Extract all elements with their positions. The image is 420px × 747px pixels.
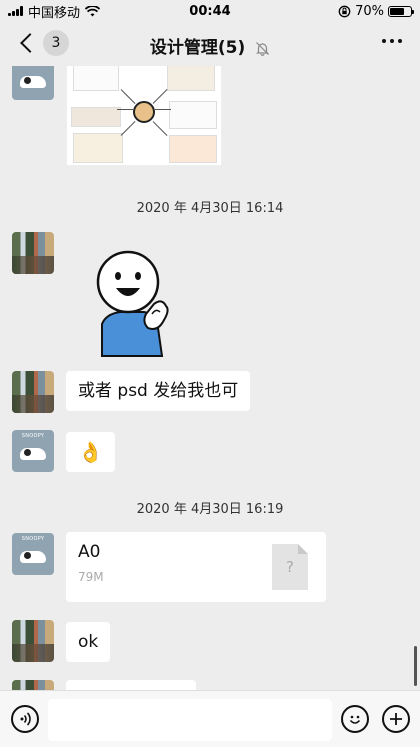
file-message[interactable]: A0 79M ? [66, 532, 326, 602]
avatar[interactable]: SNOOPY [12, 66, 54, 100]
battery-icon [388, 5, 414, 17]
timestamp: 2020 年 4月30日 16:14 [136, 201, 284, 216]
plus-icon [390, 713, 402, 725]
file-size: 79M [78, 570, 104, 584]
battery-percent: 70% [355, 3, 384, 19]
text-message[interactable]: 或者 psd 发给我也可 [66, 371, 251, 411]
input-bar [0, 690, 420, 747]
chat-title-text: 设计管理(5) [149, 38, 246, 58]
signal-icon [8, 6, 23, 16]
voice-button[interactable] [11, 705, 39, 733]
text-message[interactable]: ok [66, 622, 111, 662]
plus-button[interactable] [382, 705, 410, 733]
status-left: 中国移动 [8, 2, 101, 21]
unknown-file-icon: ? [272, 544, 308, 590]
avatar[interactable] [12, 620, 54, 662]
avatar[interactable] [12, 232, 54, 274]
avatar[interactable] [12, 371, 54, 413]
orientation-lock-icon [338, 5, 351, 17]
avatar[interactable]: SNOOPY [12, 533, 54, 575]
status-right: 70% [338, 3, 414, 19]
message-input[interactable] [48, 699, 332, 741]
carrier-label: 中国移动 [28, 5, 81, 21]
avatar[interactable] [12, 680, 54, 690]
smiley-icon [349, 715, 361, 724]
scrollbar[interactable] [414, 646, 417, 686]
message-list[interactable]: SNOOPY 2020 年 4月30日 16:14 或者 psd 发给我也可 [0, 66, 420, 690]
timestamp: 2020 年 4月30日 16:19 [136, 502, 284, 517]
file-name: A0 [78, 542, 101, 562]
mute-bell-icon [256, 41, 270, 56]
nav-bar: 3 设计管理(5) [0, 22, 420, 66]
chat-title: 设计管理(5) [0, 33, 420, 58]
ok-gesture-sticker [96, 250, 169, 357]
emoji-button[interactable] [341, 705, 369, 733]
wifi-icon [85, 5, 101, 16]
mind-map-center-node [133, 101, 155, 123]
more-options-button[interactable] [382, 39, 402, 43]
partial-message[interactable] [66, 680, 196, 690]
status-bar: 中国移动 00:44 70% [0, 0, 420, 22]
image-message-mind-map[interactable] [66, 66, 222, 166]
voice-icon [20, 712, 31, 726]
sticker-message[interactable] [66, 232, 186, 362]
emoji-message[interactable]: 👌 [66, 432, 115, 472]
avatar[interactable]: SNOOPY [12, 430, 54, 472]
